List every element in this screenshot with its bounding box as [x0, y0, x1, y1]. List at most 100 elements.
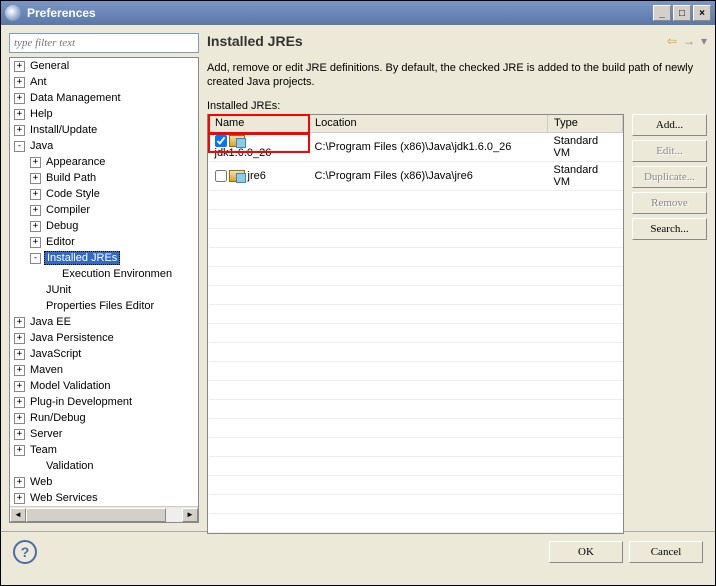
expander-icon[interactable]: + [14, 445, 25, 456]
tree-item-compiler[interactable]: +Compiler [10, 202, 198, 218]
jre-table: Name Location Type jdk1.6.0_26C:\Program… [207, 114, 624, 535]
expander-icon[interactable]: + [30, 221, 41, 232]
back-icon[interactable]: ⇦ [667, 34, 677, 48]
tree-item-label: Appearance [44, 156, 107, 168]
tree-item-label: Team [28, 444, 59, 456]
col-location[interactable]: Location [309, 115, 548, 133]
search-button[interactable]: Search... [632, 218, 707, 240]
tree-item-web-services[interactable]: +Web Services [10, 490, 198, 506]
expander-icon[interactable]: + [14, 317, 25, 328]
expander-icon[interactable]: + [30, 189, 41, 200]
tree-item-label: General [28, 60, 71, 72]
jre-checkbox[interactable] [215, 135, 227, 147]
tree-item-team[interactable]: +Team [10, 442, 198, 458]
tree-item-general[interactable]: +General [10, 58, 198, 74]
tree-item-debug[interactable]: +Debug [10, 218, 198, 234]
tree-item-install-update[interactable]: +Install/Update [10, 122, 198, 138]
expander-icon[interactable]: + [14, 365, 25, 376]
tree-item-run-debug[interactable]: +Run/Debug [10, 410, 198, 426]
table-row [209, 191, 623, 210]
col-type[interactable]: Type [548, 115, 623, 133]
expander-icon[interactable]: + [14, 429, 25, 440]
tree-item-label: Server [28, 428, 64, 440]
tree-item-plug-in-development[interactable]: +Plug-in Development [10, 394, 198, 410]
dropdown-icon[interactable]: ▾ [701, 34, 707, 48]
expander-icon[interactable]: + [14, 413, 25, 424]
tree-item-properties-files-editor[interactable]: Properties Files Editor [10, 298, 198, 314]
expander-icon[interactable]: + [14, 349, 25, 360]
scroll-right-icon[interactable]: ► [182, 508, 198, 522]
jre-name: jre6 [248, 170, 266, 182]
tree-item-label: Maven [28, 364, 65, 376]
tree-item-label: Install/Update [28, 124, 99, 136]
table-row [209, 286, 623, 305]
expander-icon[interactable]: + [30, 205, 41, 216]
cancel-button[interactable]: Cancel [629, 541, 703, 563]
edit-button[interactable]: Edit... [632, 140, 707, 162]
tree-item-code-style[interactable]: +Code Style [10, 186, 198, 202]
ok-button[interactable]: OK [549, 541, 623, 563]
tree-item-label: Web Services [28, 492, 100, 504]
table-row[interactable]: jre6C:\Program Files (x86)\Java\jre6Stan… [209, 162, 623, 191]
tree-item-server[interactable]: +Server [10, 426, 198, 442]
jre-checkbox[interactable] [215, 170, 227, 182]
scroll-thumb[interactable] [26, 508, 166, 522]
minimize-button[interactable]: _ [653, 5, 671, 21]
tree-item-label: Validation [44, 460, 96, 472]
forward-icon[interactable]: → [683, 34, 695, 48]
horizontal-scrollbar[interactable]: ◄ ► [10, 506, 198, 522]
tree-item-data-management[interactable]: +Data Management [10, 90, 198, 106]
tree-item-ant[interactable]: +Ant [10, 74, 198, 90]
expander-icon[interactable]: + [14, 493, 25, 504]
expander-icon[interactable]: + [14, 381, 25, 392]
expander-icon[interactable]: + [14, 477, 25, 488]
close-button[interactable]: × [693, 5, 711, 21]
tree-item-label: Plug-in Development [28, 396, 134, 408]
expander-icon[interactable]: + [30, 157, 41, 168]
duplicate-button[interactable]: Duplicate... [632, 166, 707, 188]
tree-item-help[interactable]: +Help [10, 106, 198, 122]
maximize-button[interactable]: □ [673, 5, 691, 21]
expander-icon[interactable]: + [14, 61, 25, 72]
tree-item-junit[interactable]: JUnit [10, 282, 198, 298]
tree-item-web[interactable]: +Web [10, 474, 198, 490]
expander-icon[interactable]: - [30, 253, 41, 264]
expander-icon[interactable]: + [14, 333, 25, 344]
expander-icon[interactable]: + [14, 397, 25, 408]
expander-icon[interactable]: + [14, 109, 25, 120]
tree-item-model-validation[interactable]: +Model Validation [10, 378, 198, 394]
expander-icon[interactable]: + [14, 93, 25, 104]
help-button[interactable]: ? [13, 540, 37, 564]
tree-item-build-path[interactable]: +Build Path [10, 170, 198, 186]
tree-item-java[interactable]: -Java [10, 138, 198, 154]
tree-item-label: JavaScript [28, 348, 83, 360]
tree-item-installed-jres[interactable]: -Installed JREs [10, 250, 198, 266]
expander-icon[interactable]: - [14, 141, 25, 152]
titlebar: Preferences _ □ × [1, 1, 715, 25]
tree-item-validation[interactable]: Validation [10, 458, 198, 474]
tree-item-execution-environmen[interactable]: Execution Environmen [10, 266, 198, 282]
expander-icon[interactable]: + [30, 173, 41, 184]
filter-input[interactable] [9, 33, 199, 53]
tree-item-label: Code Style [44, 188, 102, 200]
scroll-left-icon[interactable]: ◄ [10, 508, 26, 522]
tree-item-java-persistence[interactable]: +Java Persistence [10, 330, 198, 346]
table-row [209, 324, 623, 343]
tree-item-label: JUnit [44, 284, 73, 296]
table-row [209, 248, 623, 267]
tree-item-javascript[interactable]: +JavaScript [10, 346, 198, 362]
col-name[interactable]: Name [209, 115, 309, 133]
eclipse-icon [5, 5, 21, 21]
tree-item-java-ee[interactable]: +Java EE [10, 314, 198, 330]
tree-item-maven[interactable]: +Maven [10, 362, 198, 378]
add-button[interactable]: Add... [632, 114, 707, 136]
tree-item-editor[interactable]: +Editor [10, 234, 198, 250]
remove-button[interactable]: Remove [632, 192, 707, 214]
expander-icon[interactable]: + [14, 125, 25, 136]
table-row [209, 229, 623, 248]
table-row[interactable]: jdk1.6.0_26C:\Program Files (x86)\Java\j… [209, 133, 623, 162]
expander-icon[interactable]: + [30, 237, 41, 248]
expander-icon[interactable]: + [14, 77, 25, 88]
tree-item-appearance[interactable]: +Appearance [10, 154, 198, 170]
table-row [209, 438, 623, 457]
